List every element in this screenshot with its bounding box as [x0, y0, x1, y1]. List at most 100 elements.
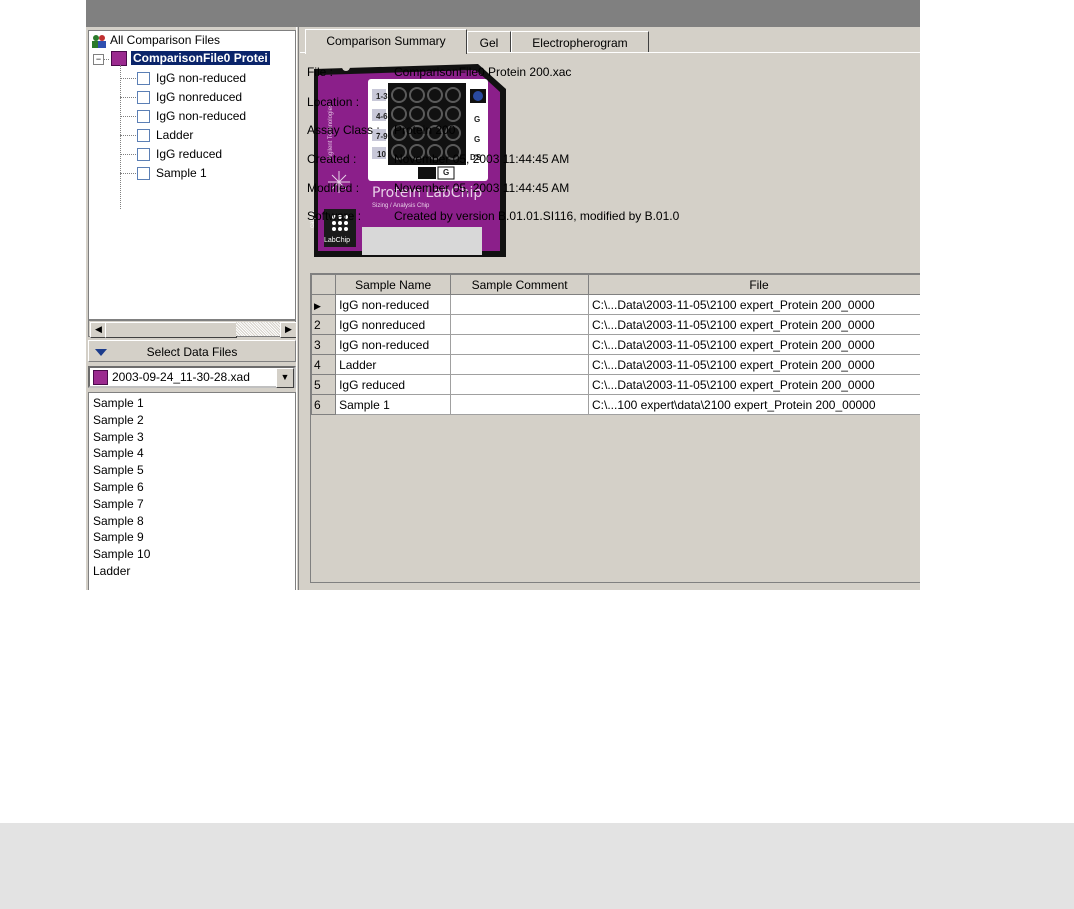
data-file-icon — [93, 370, 108, 385]
comparison-file-icon — [111, 51, 127, 67]
assay-class-label: Assay Class : — [307, 123, 380, 137]
cell-sample-name[interactable]: IgG non-reduced — [335, 334, 452, 355]
file-value: ComparisonFile0 Protein 200.xac — [394, 65, 572, 79]
cell-sample-comment[interactable] — [450, 314, 589, 335]
tree-item-label: Sample 1 — [156, 166, 207, 180]
tree-item-label: IgG non-reduced — [156, 109, 247, 123]
list-item[interactable]: Sample 2 — [93, 412, 144, 428]
list-item[interactable]: Sample 3 — [93, 429, 144, 445]
scroll-right-icon[interactable]: ▶ — [280, 322, 297, 338]
tab-gel[interactable]: Gel — [467, 31, 511, 53]
tree-root[interactable]: All Comparison Files — [91, 31, 220, 49]
column-header-sample-comment[interactable]: Sample Comment — [450, 274, 589, 295]
row-number[interactable]: 6 — [311, 394, 337, 415]
table-row[interactable]: 2 IgG nonreduced C:\...Data\2003-11-05\2… — [311, 314, 920, 335]
select-data-files-label: Select Data Files — [146, 345, 238, 359]
checkbox[interactable] — [137, 148, 150, 162]
tree-item[interactable]: IgG nonreduced — [137, 88, 242, 106]
assay-class-value: Protein 200 — [394, 123, 456, 137]
cell-file[interactable]: C:\...Data\2003-11-05\2100 expert_Protei… — [587, 314, 920, 335]
cell-file[interactable]: C:\...Data\2003-11-05\2100 expert_Protei… — [587, 354, 920, 375]
modified-label: Modified : — [307, 181, 360, 195]
list-item[interactable]: Sample 7 — [93, 496, 144, 512]
well-label: G — [474, 135, 481, 144]
cell-sample-comment[interactable] — [450, 374, 589, 395]
data-file-combo[interactable]: 2003-09-24_11-30-28.xad ▼ — [88, 366, 296, 388]
checkbox[interactable] — [137, 91, 150, 105]
collapse-triangle-icon[interactable] — [95, 349, 107, 356]
cell-file[interactable]: C:\...Data\2003-11-05\2100 expert_Protei… — [587, 374, 920, 395]
modified-value: November 05, 2003 11:44:45 AM — [394, 181, 570, 195]
sample-table[interactable]: Sample Name Sample Comment File ▶ IgG no… — [310, 273, 920, 583]
tree-comparison-file[interactable]: ComparisonFile0 Protei — [111, 49, 270, 67]
row-number[interactable]: 2 — [311, 314, 337, 335]
table-row[interactable]: 5 IgG reduced C:\...Data\2003-11-05\2100… — [311, 374, 920, 395]
table-row[interactable]: ▶ IgG non-reduced C:\...Data\2003-11-05\… — [311, 294, 920, 315]
list-item[interactable]: Sample 8 — [93, 513, 144, 529]
cell-sample-name[interactable]: IgG nonreduced — [335, 314, 452, 335]
cell-sample-comment[interactable] — [450, 334, 589, 355]
row-number[interactable]: 4 — [311, 354, 337, 375]
table-row[interactable]: 4 Ladder C:\...Data\2003-11-05\2100 expe… — [311, 354, 920, 375]
tab-comparison-summary[interactable]: Comparison Summary — [305, 29, 467, 54]
list-item[interactable]: Sample 1 — [93, 395, 144, 411]
cell-sample-name[interactable]: IgG reduced — [335, 374, 452, 395]
created-label: Created : — [307, 152, 357, 166]
well-label: G — [474, 115, 481, 124]
cell-sample-name[interactable]: Ladder — [335, 354, 452, 375]
current-row-arrow-icon: ▶ — [314, 300, 321, 311]
row-number[interactable]: 5 — [311, 374, 337, 395]
list-item[interactable]: Sample 9 — [93, 529, 144, 545]
cell-file[interactable]: C:\...Data\2003-11-05\2100 expert_Protei… — [587, 294, 920, 315]
cell-sample-name[interactable]: IgG non-reduced — [335, 294, 452, 315]
cell-sample-comment[interactable] — [450, 394, 589, 415]
scroll-track[interactable] — [236, 322, 280, 336]
cell-sample-comment[interactable] — [450, 354, 589, 375]
tree-item[interactable]: IgG non-reduced — [137, 69, 246, 87]
users-icon — [91, 34, 107, 48]
tree-item[interactable]: IgG non-reduced — [137, 107, 246, 125]
location-label: Location : — [307, 95, 360, 109]
comparison-tree[interactable]: All Comparison Files − ComparisonFile0 P… — [88, 30, 296, 320]
list-item[interactable]: Sample 10 — [93, 546, 150, 562]
list-item[interactable]: Sample 6 — [93, 479, 144, 495]
checkbox[interactable] — [137, 129, 150, 143]
row-number[interactable]: ▶ — [311, 294, 337, 315]
cell-file[interactable]: C:\...Data\2003-11-05\2100 expert_Protei… — [587, 334, 920, 355]
tree-item-label: IgG nonreduced — [156, 90, 243, 104]
table-row[interactable]: 6 Sample 1 C:\...100 expert\data\2100 ex… — [311, 394, 920, 415]
row-number[interactable]: 3 — [311, 334, 337, 355]
column-header-file[interactable]: File — [587, 274, 920, 295]
splitter[interactable] — [296, 27, 299, 590]
cell-file[interactable]: C:\...100 expert\data\2100 expert_Protei… — [587, 394, 920, 415]
comparison-file-label: ComparisonFile0 Protei — [131, 51, 270, 65]
data-file-list[interactable]: Sample 1 Sample 2 Sample 3 Sample 4 Samp… — [88, 392, 296, 590]
combo-value: 2003-09-24_11-30-28.xad — [112, 370, 250, 384]
list-item[interactable]: Ladder — [93, 563, 130, 579]
checkbox[interactable] — [137, 110, 150, 124]
list-item[interactable]: Sample 4 — [93, 445, 144, 461]
column-header-sample-name[interactable]: Sample Name — [335, 274, 452, 295]
chevron-down-icon[interactable]: ▼ — [276, 368, 294, 388]
tree-item[interactable]: Ladder — [137, 126, 193, 144]
tree-item[interactable]: IgG reduced — [137, 145, 222, 163]
software-value: Created by version B.01.01.SI116, modifi… — [394, 209, 680, 223]
title-bar — [86, 0, 920, 27]
cell-sample-comment[interactable] — [450, 294, 589, 315]
software-label: Software : — [307, 209, 362, 223]
tab-electropherogram[interactable]: Electropherogram — [511, 31, 649, 53]
created-value: November 05, 2003 11:44:45 AM — [394, 152, 570, 166]
checkbox[interactable] — [137, 72, 150, 86]
select-data-files-header[interactable]: Select Data Files — [88, 340, 296, 362]
chip-brand: Agilent Technologies — [328, 104, 334, 159]
tree-item[interactable]: Sample 1 — [137, 164, 207, 182]
table-row[interactable]: 3 IgG non-reduced C:\...Data\2003-11-05\… — [311, 334, 920, 355]
tree-horizontal-scrollbar[interactable]: ◀ ▶ — [88, 320, 297, 338]
list-item[interactable]: Sample 5 — [93, 462, 144, 478]
scroll-thumb[interactable] — [105, 322, 237, 338]
tree-item-label: IgG non-reduced — [156, 71, 247, 85]
well-label: G — [443, 168, 450, 177]
cell-sample-name[interactable]: Sample 1 — [335, 394, 452, 415]
tree-item-label: Ladder — [156, 128, 194, 142]
checkbox[interactable] — [137, 167, 150, 181]
